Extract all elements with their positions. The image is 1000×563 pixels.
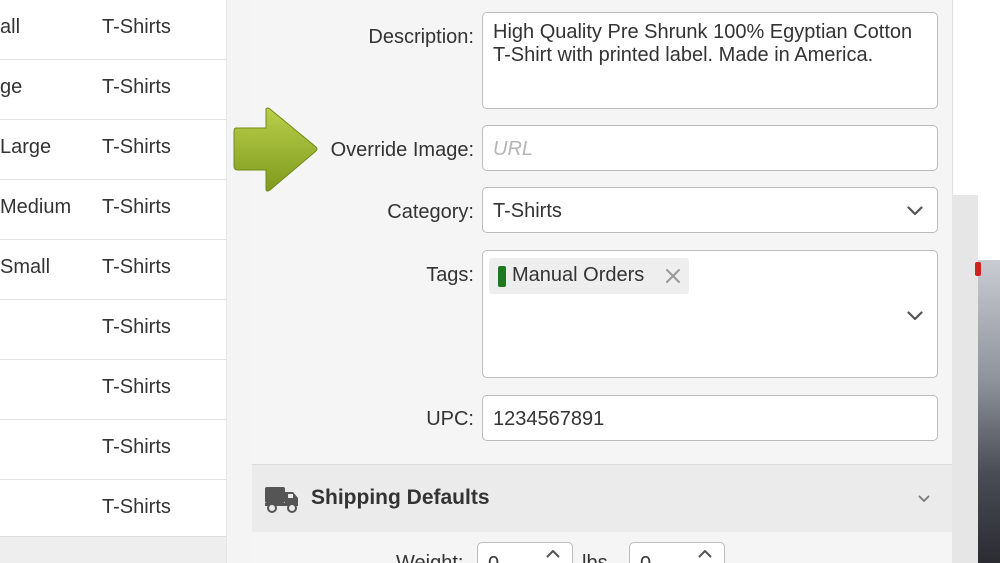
tag-label: Manual Orders xyxy=(512,264,645,286)
pane-divider[interactable] xyxy=(226,0,252,563)
weight-row: Weight: 0 lbs 0 xyxy=(252,532,952,563)
product-category-cell: T-Shirts xyxy=(102,316,171,338)
weight-oz-input[interactable]: 0 xyxy=(629,542,725,563)
shipping-defaults-header[interactable]: Shipping Defaults xyxy=(252,464,952,532)
product-category-cell: T-Shirts xyxy=(102,196,171,218)
chevron-down-icon[interactable] xyxy=(907,311,923,321)
weight-lbs-value: 0 xyxy=(488,553,499,563)
product-name-cell: Small xyxy=(0,256,51,278)
table-row[interactable]: T-Shirts xyxy=(0,420,226,480)
product-category-cell: T-Shirts xyxy=(102,76,171,98)
truck-icon xyxy=(265,487,298,513)
override-image-placeholder: URL xyxy=(493,138,534,160)
upc-label: UPC: xyxy=(426,408,474,430)
product-category-cell: T-Shirts xyxy=(102,256,171,278)
product-category-cell: T-Shirts xyxy=(102,436,171,458)
close-icon[interactable] xyxy=(665,268,681,284)
product-name-cell: Large xyxy=(0,136,52,158)
table-row[interactable]: T-Shirts xyxy=(0,300,226,360)
table-row[interactable]: Large T-Shirts xyxy=(0,120,226,180)
chevron-down-icon[interactable] xyxy=(918,495,930,503)
product-category-cell: T-Shirts xyxy=(102,16,171,38)
section-title: Shipping Defaults xyxy=(311,486,490,509)
product-category-cell: T-Shirts xyxy=(102,496,171,518)
table-row[interactable]: ge T-Shirts xyxy=(0,60,226,120)
tags-label: Tags: xyxy=(426,264,474,286)
product-name-cell: Medium xyxy=(0,196,72,218)
upc-input[interactable]: 1234567891 xyxy=(482,395,938,441)
chevron-up-icon[interactable] xyxy=(698,549,712,558)
category-select[interactable]: T-Shirts xyxy=(482,187,938,233)
weight-oz-value: 0 xyxy=(640,553,651,563)
override-image-label: Override Image: xyxy=(330,139,474,161)
product-form-panel: Description: High Quality Pre Shrunk 100… xyxy=(252,0,952,563)
background-photo xyxy=(978,260,1000,563)
description-label: Description: xyxy=(368,26,474,48)
pointer-arrow-icon xyxy=(233,107,318,192)
product-table: all T-Shirts ge T-Shirts Large T-Shirts Medium… xyxy=(0,0,226,536)
weight-label: Weight: xyxy=(396,552,464,563)
scrollbar-track[interactable] xyxy=(952,195,978,563)
background-photo-detail xyxy=(975,262,981,276)
table-row[interactable]: Medium T-Shirts xyxy=(0,180,226,240)
product-name-cell: all xyxy=(0,16,21,38)
upc-value: 1234567891 xyxy=(493,408,605,430)
tags-select[interactable]: Manual Orders xyxy=(482,250,938,378)
tag-color-swatch xyxy=(498,266,506,287)
category-label: Category: xyxy=(387,201,474,223)
table-row[interactable]: all T-Shirts xyxy=(0,0,226,60)
lbs-label: lbs xyxy=(582,552,608,563)
weight-lbs-input[interactable]: 0 xyxy=(477,542,573,563)
description-field[interactable]: High Quality Pre Shrunk 100% Egyptian Co… xyxy=(482,12,938,109)
table-row[interactable]: Small T-Shirts xyxy=(0,240,226,300)
product-category-cell: T-Shirts xyxy=(102,376,171,398)
product-category-cell: T-Shirts xyxy=(102,136,171,158)
product-name-cell: ge xyxy=(0,76,23,98)
category-value: T-Shirts xyxy=(493,200,562,222)
table-horizontal-scrollbar[interactable] xyxy=(0,536,226,563)
description-text: High Quality Pre Shrunk 100% Egyptian Co… xyxy=(493,21,913,66)
chevron-up-icon[interactable] xyxy=(546,549,560,558)
override-image-input[interactable]: URL xyxy=(482,125,938,171)
tag-chip: Manual Orders xyxy=(489,258,689,294)
chevron-down-icon xyxy=(907,206,923,216)
table-row[interactable]: T-Shirts xyxy=(0,360,226,420)
table-row[interactable]: T-Shirts xyxy=(0,480,226,536)
